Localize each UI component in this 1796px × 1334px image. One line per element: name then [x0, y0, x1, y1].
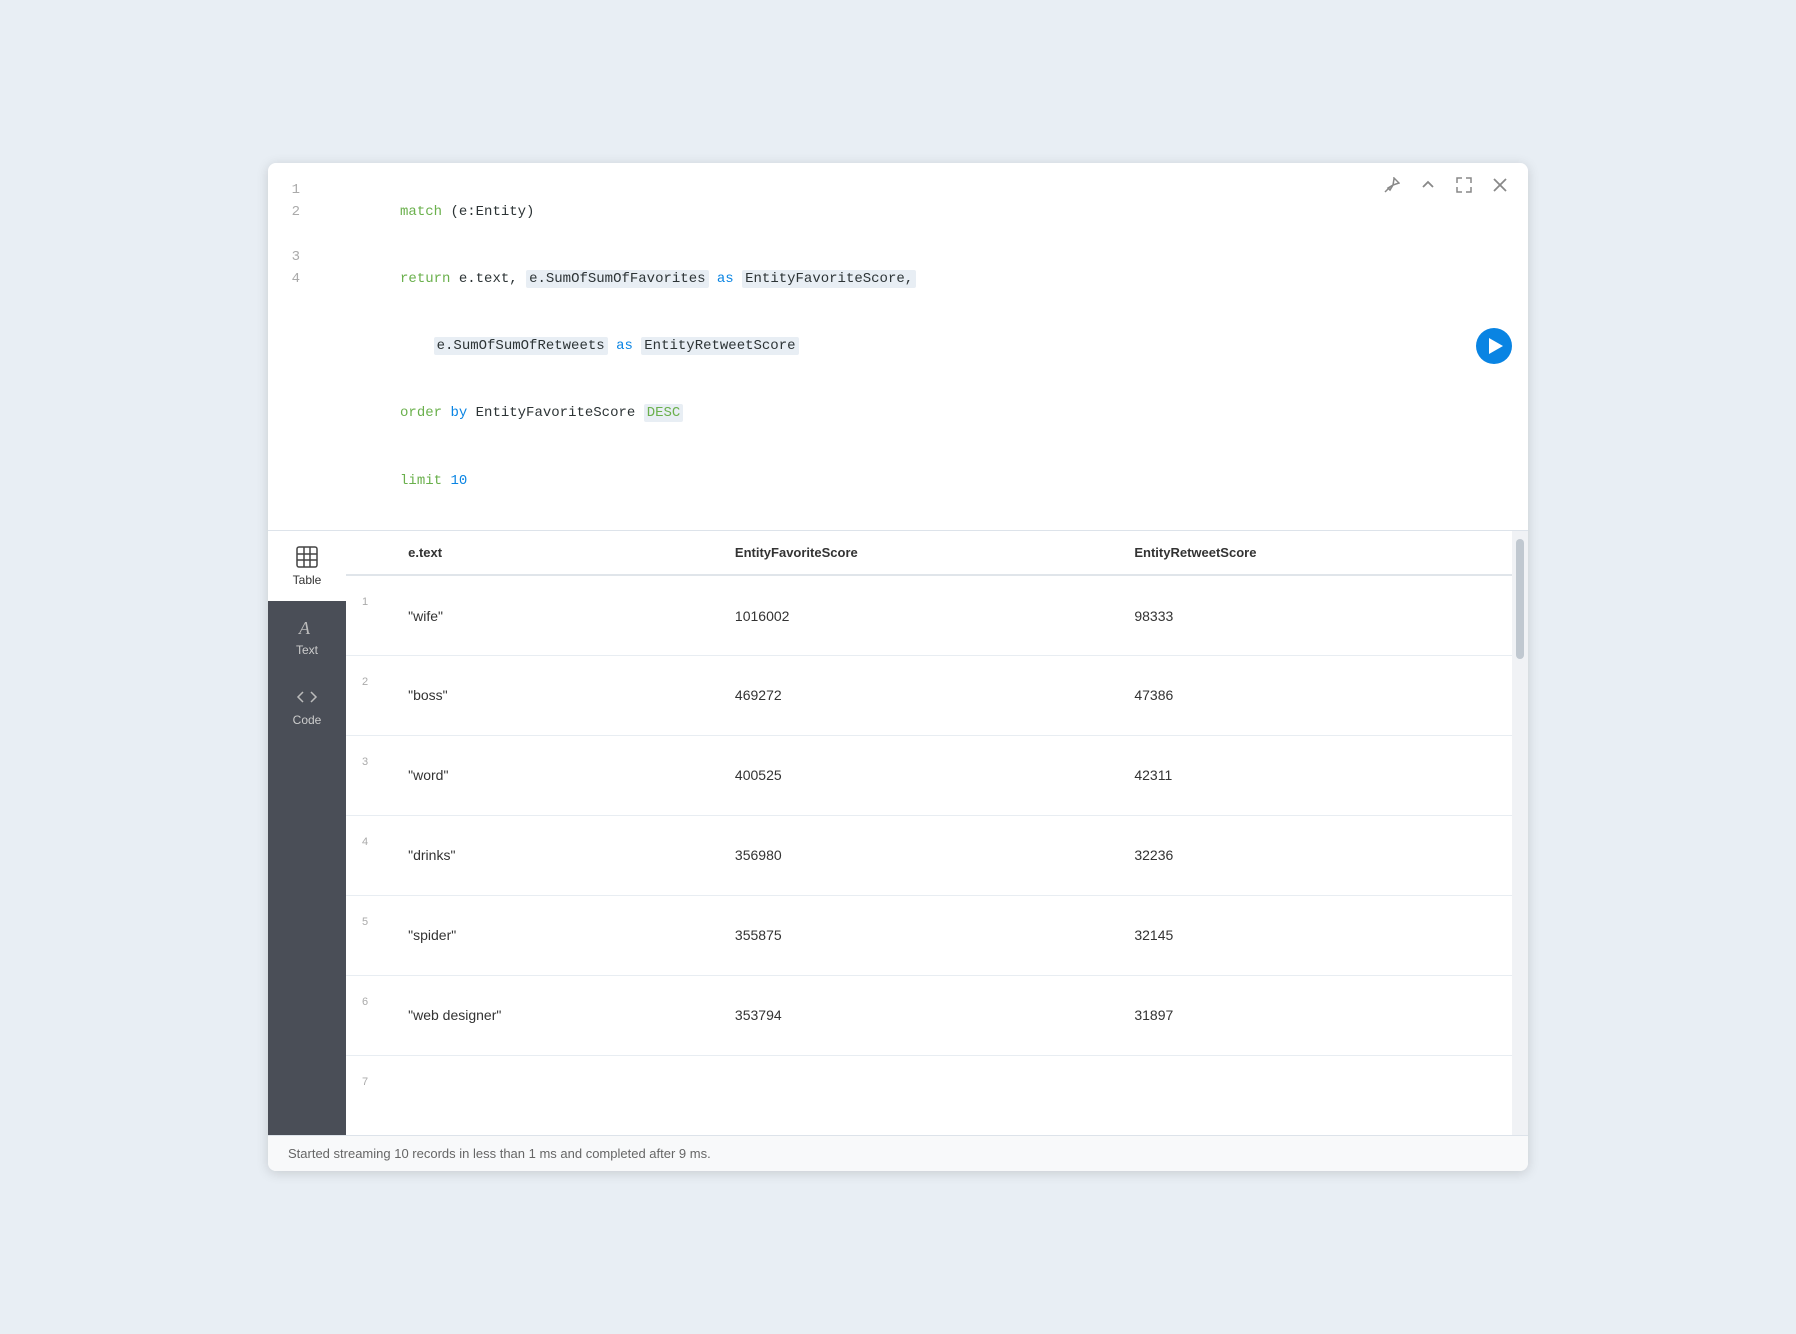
- sidebar-item-text[interactable]: A Text: [268, 601, 346, 671]
- code-line-2b: e.SumOfSumOfRetweets as EntityRetweetSco…: [316, 313, 1448, 380]
- run-button[interactable]: [1476, 328, 1512, 364]
- cell-favscore: 400525: [715, 735, 1114, 815]
- cell-etext: [388, 1055, 715, 1135]
- cell-retweetscore: 32236: [1114, 815, 1512, 895]
- cell-etext: "boss": [388, 655, 715, 735]
- cell-favscore: 353794: [715, 975, 1114, 1055]
- table-icon: [295, 545, 319, 569]
- code-icon: [295, 685, 319, 709]
- editor-toolbar: [1380, 173, 1512, 197]
- cell-favscore: 1016002: [715, 575, 1114, 655]
- table-header-row: e.text EntityFavoriteScore EntityRetweet…: [346, 531, 1512, 575]
- status-bar: Started streaming 10 records in less tha…: [268, 1135, 1528, 1171]
- scroll-thumb[interactable]: [1516, 539, 1524, 659]
- editor-area: 1 2 3 4 match (e:Entity) return e.text, …: [268, 163, 1528, 532]
- cell-etext: "word": [388, 735, 715, 815]
- pin-icon[interactable]: [1380, 173, 1404, 197]
- cell-retweetscore: 32145: [1114, 895, 1512, 975]
- table-row: 4 "drinks" 356980 32236: [346, 815, 1512, 895]
- col-retweetscore-header: EntityRetweetScore: [1114, 531, 1512, 575]
- cell-etext: "drinks": [388, 815, 715, 895]
- results-area: Table A Text Code: [268, 531, 1528, 1135]
- col-favscore-header: EntityFavoriteScore: [715, 531, 1114, 575]
- table-area: e.text EntityFavoriteScore EntityRetweet…: [346, 531, 1512, 1135]
- text-icon: A: [295, 615, 319, 639]
- results-table: e.text EntityFavoriteScore EntityRetweet…: [346, 531, 1512, 1135]
- cell-favscore: 469272: [715, 655, 1114, 735]
- col-etext-header: e.text: [388, 531, 715, 575]
- cell-retweetscore: 98333: [1114, 575, 1512, 655]
- cell-etext: "spider": [388, 895, 715, 975]
- cell-etext: "wife": [388, 575, 715, 655]
- cell-retweetscore: 42311: [1114, 735, 1512, 815]
- status-message: Started streaming 10 records in less tha…: [288, 1146, 711, 1161]
- expand-icon[interactable]: [1452, 173, 1476, 197]
- cell-retweetscore: 47386: [1114, 655, 1512, 735]
- table-row: 1 "wife" 1016002 98333: [346, 575, 1512, 655]
- chevron-up-icon[interactable]: [1416, 173, 1440, 197]
- row-number: 7: [346, 1055, 388, 1135]
- code-line-2: return e.text, e.SumOfSumOfFavorites as …: [316, 246, 1448, 313]
- code-content: match (e:Entity) return e.text, e.SumOfS…: [316, 179, 1528, 515]
- code-line-1: match (e:Entity): [316, 179, 1448, 246]
- row-number: 3: [346, 735, 388, 815]
- table-row: 5 "spider" 355875 32145: [346, 895, 1512, 975]
- row-number: 6: [346, 975, 388, 1055]
- cell-retweetscore: 31897: [1114, 975, 1512, 1055]
- table-row: 7: [346, 1055, 1512, 1135]
- row-number: 1: [346, 575, 388, 655]
- table-row: 6 "web designer" 353794 31897: [346, 975, 1512, 1055]
- svg-text:A: A: [298, 618, 311, 638]
- cell-retweetscore: [1114, 1055, 1512, 1135]
- scrollbar[interactable]: [1512, 531, 1528, 1135]
- table-row: 3 "word" 400525 42311: [346, 735, 1512, 815]
- cell-etext: "web designer": [388, 975, 715, 1055]
- sidebar-item-code[interactable]: Code: [268, 671, 346, 741]
- row-number: 5: [346, 895, 388, 975]
- line-numbers: 1 2 3 4: [268, 179, 316, 515]
- sidebar-item-table[interactable]: Table: [268, 531, 346, 601]
- main-container: 1 2 3 4 match (e:Entity) return e.text, …: [268, 163, 1528, 1172]
- cell-favscore: [715, 1055, 1114, 1135]
- code-editor[interactable]: 1 2 3 4 match (e:Entity) return e.text, …: [268, 163, 1528, 531]
- close-icon[interactable]: [1488, 173, 1512, 197]
- row-number: 4: [346, 815, 388, 895]
- sidebar: Table A Text Code: [268, 531, 346, 1135]
- code-line-3: order by EntityFavoriteScore DESC: [316, 380, 1448, 447]
- col-num-header: [346, 531, 388, 575]
- row-number: 2: [346, 655, 388, 735]
- sidebar-item-code-label: Code: [293, 713, 322, 727]
- table-scroll-wrapper: e.text EntityFavoriteScore EntityRetweet…: [346, 531, 1528, 1135]
- cell-favscore: 356980: [715, 815, 1114, 895]
- table-row: 2 "boss" 469272 47386: [346, 655, 1512, 735]
- run-button-container: [1476, 328, 1512, 364]
- sidebar-item-text-label: Text: [296, 643, 318, 657]
- code-line-4: limit 10: [316, 447, 1448, 514]
- cell-favscore: 355875: [715, 895, 1114, 975]
- sidebar-item-table-label: Table: [293, 573, 322, 587]
